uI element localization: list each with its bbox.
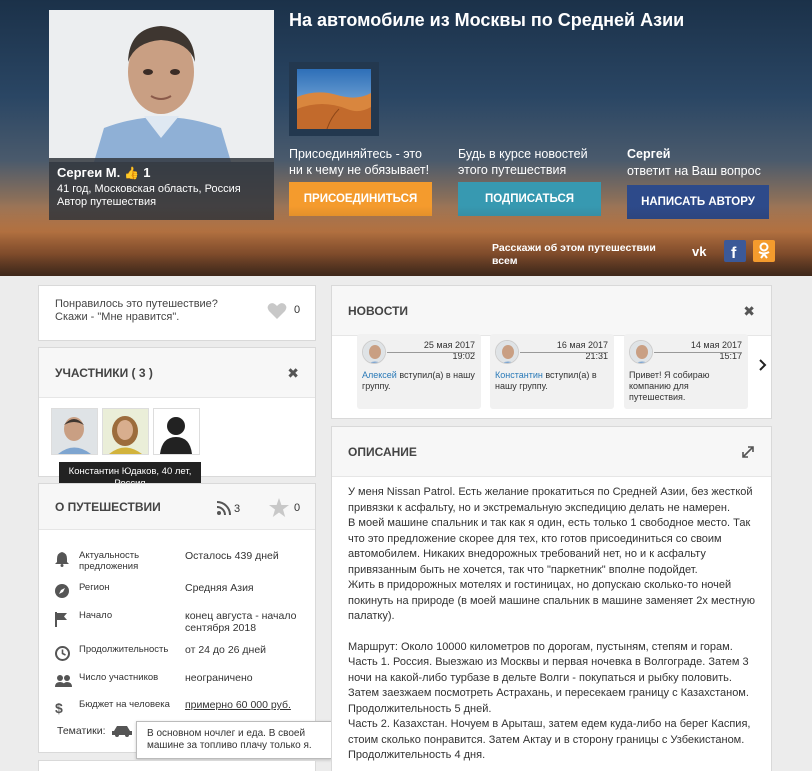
author-first-name: Сергей (627, 147, 671, 161)
news-item[interactable]: 14 мая 2017 15:17 Привет! Я собираю компа… (624, 334, 748, 409)
author-answer-text: ответит на Ваш вопрос (627, 164, 761, 178)
news-item[interactable]: 25 мая 2017 19:02 Алексей вступил(а) в на… (357, 334, 481, 409)
flag-icon (55, 610, 75, 628)
svg-text:f: f (731, 245, 737, 262)
facebook-icon[interactable]: f (722, 238, 748, 264)
description-body: У меня Nissan Patrol. Есть желание прока… (348, 485, 760, 764)
description-paragraph: У меня Nissan Patrol. Есть желание прока… (348, 486, 755, 622)
like-card: Понравилось это путешествие? Скажи - "Мн… (38, 285, 316, 341)
description-paragraph: Маршрут: Около 10000 километров по дорог… (348, 640, 751, 762)
trip-thumbnail[interactable] (289, 62, 379, 136)
start-date-link[interactable]: конец августа - начало сентября 2018 (185, 610, 303, 634)
budget-link[interactable]: примерно 60 000 руб. (185, 699, 303, 717)
author-role: Автор путешествия (57, 196, 157, 208)
write-author-button[interactable]: НАПИСАТЬ АВТОРУ (627, 185, 769, 219)
compass-icon (55, 582, 75, 600)
join-button[interactable]: ПРИСОЕДИНИТЬСЯ (289, 182, 432, 216)
trip-title: На автомобиле из Москвы по Средней Азии (289, 10, 685, 30)
heart-icon[interactable] (267, 302, 287, 325)
close-icon[interactable]: ✖ (743, 303, 755, 320)
join-text: Присоединяйтесь - это ни к чему не обязы… (289, 147, 430, 177)
budget-tooltip: В основном ночлег и еда. В своей машине … (136, 721, 332, 759)
news-user-link[interactable]: Константин (495, 370, 543, 380)
news-user-link[interactable]: Алексей (362, 370, 397, 380)
participant-avatar[interactable] (51, 408, 98, 455)
author-details: 41 год, Московская область, Россия (57, 183, 241, 195)
news-avatar (495, 340, 519, 364)
participants-card: УЧАСТНИКИ ( 3 ) ✖ (38, 347, 316, 477)
bell-icon (55, 550, 75, 568)
author-photo[interactable] (49, 10, 274, 162)
odnoklassniki-icon[interactable] (751, 238, 777, 264)
news-avatar (629, 340, 653, 364)
author-rating: 1 (143, 165, 151, 180)
about-row-region: Регион Средняя Азия (55, 582, 303, 600)
topics-label: Тематики: (57, 725, 106, 737)
author-name[interactable]: Сергеи М. (57, 165, 120, 180)
trip-hero: Сергеи М. 👍 1 41 год, Московская область… (0, 0, 812, 276)
rss-icon[interactable] (216, 501, 231, 520)
vk-icon[interactable]: vk (690, 238, 716, 264)
news-item[interactable]: 16 мая 2017 21:31 Константин вступил(а) в… (490, 334, 614, 409)
star-count: 0 (294, 502, 301, 514)
about-row-participants: Число участников неограничено (55, 672, 303, 690)
svg-text:vk: vk (692, 244, 707, 258)
subscribe-button[interactable]: ПОДПИСАТЬСЯ (458, 182, 601, 216)
participants-title: УЧАСТНИКИ ( 3 ) (39, 348, 315, 398)
news-avatar (362, 340, 386, 364)
news-title: НОВОСТИ (332, 286, 771, 336)
participant-avatar[interactable] (102, 408, 149, 455)
close-icon[interactable]: ✖ (287, 365, 299, 382)
clock-icon (55, 644, 75, 662)
subscribe-text: Будь в курсе новостей этого путешествия (458, 147, 588, 177)
like-count: 0 (294, 304, 301, 316)
about-row-relevance: Актуальность предложения Осталось 439 дн… (55, 550, 303, 572)
about-row-duration: Продолжительность от 24 до 26 дней (55, 644, 303, 662)
rss-count: 3 (234, 503, 241, 515)
share-text: Расскажи об этом путешествии всем (492, 242, 656, 267)
description-title: ОПИСАНИЕ (332, 427, 771, 477)
people-icon (55, 672, 75, 690)
dollar-icon: $ (55, 700, 63, 716)
thumbs-up-icon: 👍 (124, 165, 140, 180)
about-row-budget: $ Бюджет на человека примерно 60 000 руб… (55, 699, 303, 717)
star-icon[interactable] (269, 498, 289, 522)
author-info: Сергеи М. 👍 1 41 год, Московская область… (49, 158, 274, 220)
like-prompt: Скажи - "Мне нравится". (55, 311, 180, 323)
about-row-start: Начало конец августа - начало сентября 2… (55, 610, 303, 634)
like-question: Понравилось это путешествие? (55, 298, 218, 310)
next-card (38, 760, 316, 771)
participant-avatar[interactable] (153, 408, 200, 455)
description-card: ОПИСАНИЕ У меня Nissan Patrol. Есть жела… (331, 426, 772, 771)
car-icon[interactable] (112, 724, 132, 742)
chevron-right-icon[interactable] (759, 358, 767, 376)
expand-icon[interactable] (742, 445, 754, 463)
about-card: О ПУТЕШЕСТВИИ 3 0 Актуальность предложен… (38, 483, 316, 753)
